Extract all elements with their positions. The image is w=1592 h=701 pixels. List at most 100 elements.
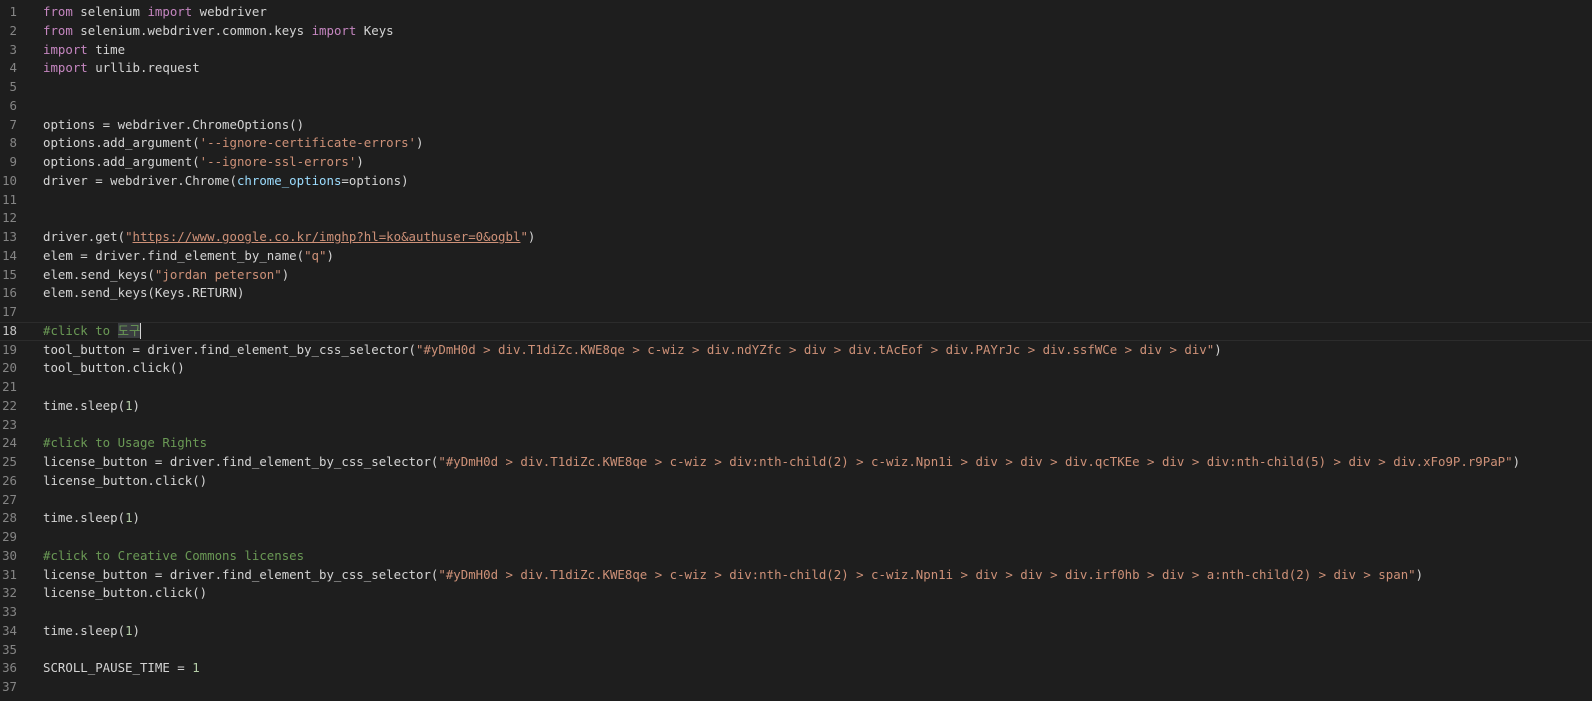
code-line[interactable]: 28 time.sleep(1) [0,509,1592,528]
code-line[interactable]: 14 elem = driver.find_element_by_name("q"… [0,247,1592,266]
line-number: 26 [2,472,17,488]
code-token: https://www.google.co.kr/imghp?hl=ko&aut… [132,229,521,244]
code-text[interactable]: from selenium import webdriver [43,3,267,22]
code-line[interactable]: 2 from selenium.webdriver.common.keys imp… [0,22,1592,41]
line-number: 29 [2,529,17,544]
code-token: selenium.webdriver.common.keys [72,22,312,38]
code-text[interactable]: tool_button = driver.find_element_by_css… [43,341,1222,360]
line-number: 9 [9,154,17,169]
code-text[interactable]: import time [43,41,125,60]
code-text[interactable]: time.sleep(1) [43,509,140,528]
code-editor[interactable]: 1 from selenium import webdriver 2 from sel… [0,3,1592,697]
code-text[interactable]: options = webdriver.ChromeOptions() [43,116,304,135]
code-token: ) [527,229,536,244]
code-token: elem.send_keys( [43,266,155,282]
code-token: driver.get( [43,229,126,244]
code-text[interactable]: elem.send_keys("jordan peterson") [43,266,289,285]
code-line[interactable]: 34 time.sleep(1) [0,622,1592,641]
code-text[interactable]: from selenium.webdriver.common.keys impo… [43,22,394,41]
code-line[interactable]: 9 options.add_argument('--ignore-ssl-erro… [0,153,1592,172]
code-token: import [43,41,88,57]
code-token: "q" [304,247,327,263]
line-number: 35 [2,641,17,657]
code-token: import [311,22,357,38]
code-line[interactable]: 17 [0,303,1592,322]
code-line[interactable]: 32 license_button.click() [0,584,1592,603]
code-line[interactable]: 35 [0,641,1592,660]
code-line[interactable]: 22 time.sleep(1) [0,397,1592,416]
code-line[interactable]: 36 SCROLL_PAUSE_TIME = 1 [0,659,1592,678]
code-text[interactable]: license_button.click() [43,584,207,603]
code-token: SCROLL_PAUSE_TIME = [43,660,193,676]
code-line[interactable]: 16 elem.send_keys(Keys.RETURN) [0,284,1592,303]
code-text[interactable]: driver = webdriver.Chrome(chrome_options… [43,172,409,191]
code-token: "#yDmH0d > div.T1diZc.KWE8qe > c-wiz > d… [438,454,1513,469]
code-text[interactable]: time.sleep(1) [43,622,140,641]
code-text[interactable]: elem = driver.find_element_by_name("q") [43,247,334,266]
code-text[interactable]: options.add_argument('--ignore-ssl-error… [43,153,364,172]
code-line[interactable]: 1 from selenium import webdriver [0,3,1592,22]
line-number: 6 [9,97,17,113]
line-number: 25 [2,454,17,469]
code-token: ) [1214,341,1222,357]
code-token: license_button.click() [43,585,208,601]
code-token: time.sleep( [43,622,126,638]
code-text[interactable]: license_button = driver.find_element_by_… [43,453,1520,472]
code-line[interactable]: 6 [0,97,1592,116]
code-text[interactable]: tool_button.click() [43,359,185,378]
code-text[interactable]: time.sleep(1) [43,397,140,416]
code-line[interactable]: 10 driver = webdriver.Chrome(chrome_optio… [0,172,1592,191]
code-text[interactable]: #click to Creative Commons licenses [43,547,304,566]
line-number: 17 [2,304,17,319]
code-line[interactable]: 8 options.add_argument('--ignore-certific… [0,134,1592,153]
code-token: selenium [72,4,148,19]
code-line[interactable]: 15 elem.send_keys("jordan peterson") [0,266,1592,285]
code-line[interactable]: 37 [0,678,1592,697]
code-line[interactable]: 29 [0,528,1592,547]
code-token: driver = webdriver.Chrome( [43,172,237,188]
code-line[interactable]: 13 driver.get("https://www.google.co.kr/i… [0,228,1592,247]
code-line[interactable]: 21 [0,378,1592,397]
code-text[interactable]: driver.get("https://www.google.co.kr/img… [43,228,535,247]
code-token: =options) [341,172,409,188]
line-number: 23 [2,416,17,432]
line-number: 12 [2,210,17,226]
code-text[interactable]: elem.send_keys(Keys.RETURN) [43,284,244,303]
line-number: 4 [9,60,17,76]
code-token: tool_button = driver.find_element_by_css… [43,341,416,357]
code-token: ) [1415,566,1424,582]
code-text[interactable]: license_button = driver.find_element_by_… [43,566,1423,585]
line-number: 19 [2,341,17,357]
code-token: time.sleep( [43,510,126,526]
code-token: #click to Creative Commons licenses [43,547,305,563]
code-line[interactable]: 20 tool_button.click() [0,359,1592,378]
code-text[interactable]: SCROLL_PAUSE_TIME = 1 [43,659,200,678]
code-token: 1 [125,510,133,526]
code-line[interactable]: 5 [0,78,1592,97]
code-line[interactable]: 30 #click to Creative Commons licenses [0,547,1592,566]
code-line[interactable]: 18 #click to 도구 [0,322,1592,341]
code-line[interactable]: 11 [0,191,1592,210]
code-line[interactable]: 24 #click to Usage Rights [0,434,1592,453]
line-number: 36 [2,660,17,676]
code-text[interactable]: #click to 도구 [43,322,142,341]
code-text[interactable]: import urllib.request [43,59,200,78]
code-token: ) [132,397,140,413]
code-token: 1 [125,622,133,638]
code-token: license_button.click() [43,472,208,488]
code-line[interactable]: 33 [0,603,1592,622]
line-number: 13 [2,229,17,244]
code-text[interactable]: #click to Usage Rights [43,434,207,453]
code-line[interactable]: 25 license_button = driver.find_element_b… [0,453,1592,472]
code-text[interactable]: license_button.click() [43,472,207,491]
code-line[interactable]: 27 [0,491,1592,510]
code-line[interactable]: 7 options = webdriver.ChromeOptions() [0,116,1592,135]
code-line[interactable]: 3 import time [0,41,1592,60]
code-line[interactable]: 23 [0,416,1592,435]
code-line[interactable]: 4 import urllib.request [0,59,1592,78]
code-line[interactable]: 12 [0,209,1592,228]
code-text[interactable]: options.add_argument('--ignore-certifica… [43,134,423,153]
code-line[interactable]: 31 license_button = driver.find_element_b… [0,566,1592,585]
code-line[interactable]: 26 license_button.click() [0,472,1592,491]
code-line[interactable]: 19 tool_button = driver.find_element_by_c… [0,341,1592,360]
